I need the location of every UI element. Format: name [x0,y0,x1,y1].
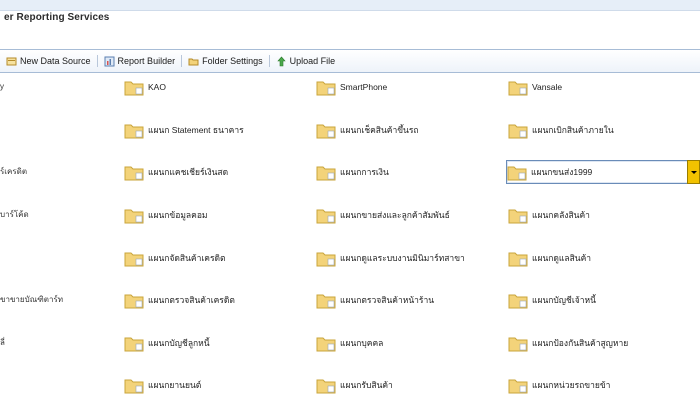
folder-item[interactable]: แผนกบัญชีลูกหนี้ [124,332,210,354]
left-column-item[interactable]: ร์เครดิต [0,167,27,177]
folder-item[interactable]: Vansale [508,76,562,98]
folder-item[interactable]: แผนกป้องกันสินค้าสูญหาย [508,332,628,354]
folder-item[interactable]: แผนกหน่วยรถขายข้า [508,374,610,396]
folder-item[interactable]: แผนกเช็คสินค้าขึ้นรถ [316,119,419,141]
folder-item[interactable]: แผนกข้อมูลคอม [124,204,208,226]
folder-icon [508,209,528,224]
toolbar: New Data Source Report Builder Folder Se… [0,49,700,73]
top-strip [0,0,700,11]
folder-icon [124,209,144,224]
folder-label: แผนกจัดสินค้าเครดิต [148,253,226,263]
folder-item[interactable]: แผนกบัญชีเจ้าหนี้ [508,289,596,311]
folder-icon [316,81,336,96]
folder-item[interactable]: แผนกคลังสินค้า [508,204,590,226]
folder-label: แผนก Statement ธนาคาร [148,125,244,135]
folder-label: แผนกบุคคล [340,338,384,348]
folder-item[interactable]: แผนกจัดสินค้าเครดิต [124,247,226,269]
folder-label: แผนกเบิกสินค้าภายใน [532,125,614,135]
upload-file-button[interactable]: Upload File [270,52,342,70]
left-column-item[interactable]: ลี่ [0,338,5,348]
folder-icon [124,294,144,309]
folder-label: KAO [148,82,166,92]
folder-label: แผนกเช็คสินค้าขึ้นรถ [340,125,419,135]
folder-label: Vansale [532,82,563,92]
new-data-source-button[interactable]: New Data Source [0,52,97,70]
folder-icon [507,166,527,181]
folder-label: แผนกการเงิน [340,167,389,177]
folder-item[interactable]: แผนกขายส่งและลูกค้าสัมพันธ์ [316,204,450,226]
folder-item[interactable]: แผนกดูแลสินค้า [508,247,591,269]
left-column-item[interactable]: ขาขายบัณฑิตาร์ท [0,295,63,305]
folder-label: แผนกยานยนต์ [148,380,202,390]
folder-icon [124,337,144,352]
folder-icon [316,252,336,267]
folder-icon [124,124,144,139]
folder-item[interactable]: SmartPhone [316,76,387,98]
chevron-down-icon [690,170,697,174]
header-spacer [0,30,700,48]
folder-label: แผนกดูแลระบบงานมินิมาร์ทสาขา [340,253,465,263]
folder-icon [316,124,336,139]
folder-label: แผนกแคชเชียร์เงินสด [148,167,229,177]
folder-label: SmartPhone [340,82,388,92]
folder-icon [508,294,528,309]
folder-icon [124,166,144,181]
folder-label: แผนกหน่วยรถขายข้า [532,380,611,390]
report-builder-button[interactable]: Report Builder [98,52,182,70]
folder-item[interactable]: แผนก Statement ธนาคาร [124,119,244,141]
folder-grid: y ร์เครดิต บาร์โค้ด ขาขายบัณฑิตาร์ท ลี่ … [0,72,700,416]
folder-icon [316,379,336,394]
folder-item[interactable]: แผนกเบิกสินค้าภายใน [508,119,614,141]
folder-item[interactable]: แผนกดูแลระบบงานมินิมาร์ทสาขา [316,247,465,269]
folder-item[interactable]: แผนกการเงิน [316,161,389,183]
folder-label: แผนกตรวจสินค้าหน้าร้าน [340,295,435,305]
folder-icon [508,124,528,139]
page-title: er Reporting Services [4,12,110,23]
folder-label: แผนกขายส่งและลูกค้าสัมพันธ์ [340,210,450,220]
folder-label: แผนกดูแลสินค้า [532,253,592,263]
left-column-item[interactable]: y [0,82,4,92]
folder-item[interactable]: แผนกแคชเชียร์เงินสด [124,161,228,183]
folder-icon [508,337,528,352]
folder-label: แผนกขนส่ง1999 [531,167,593,177]
folder-label: แผนกป้องกันสินค้าสูญหาย [532,338,629,348]
data-source-icon [6,57,17,65]
folder-label: แผนกตรวจสินค้าเครดิต [148,295,235,305]
left-column-item[interactable]: บาร์โค้ด [0,210,29,220]
report-builder-icon [104,56,115,66]
folder-item[interactable]: KAO [124,76,166,98]
folder-item[interactable]: แผนกบุคคล [316,332,383,354]
folder-icon [316,294,336,309]
folder-icon [316,209,336,224]
folder-icon [124,379,144,394]
folder-item[interactable]: แผนกตรวจสินค้าหน้าร้าน [316,289,434,311]
folder-icon [316,337,336,352]
folder-label: แผนกบัญชีเจ้าหนี้ [532,295,596,305]
folder-icon [508,379,528,394]
folder-item[interactable]: แผนกตรวจสินค้าเครดิต [124,289,235,311]
folder-label: แผนกบัญชีลูกหนี้ [148,338,210,348]
folder-item[interactable]: แผนกยานยนต์ [124,374,201,396]
folder-icon [316,166,336,181]
folder-icon [124,81,144,96]
folder-item-selected[interactable]: แผนกขนส่ง1999 [506,160,700,184]
folder-settings-icon [188,58,199,65]
item-menu-dropdown-button[interactable] [687,160,700,184]
folder-icon [508,81,528,96]
folder-label: แผนกข้อมูลคอม [148,210,208,220]
folder-label: แผนกคลังสินค้า [532,210,590,220]
upload-arrow-icon [276,56,286,66]
folder-settings-button[interactable]: Folder Settings [182,52,269,70]
folder-label: แผนกรับสินค้า [340,380,393,390]
folder-icon [508,252,528,267]
folder-icon [124,252,144,267]
folder-item[interactable]: แผนกรับสินค้า [316,374,393,396]
